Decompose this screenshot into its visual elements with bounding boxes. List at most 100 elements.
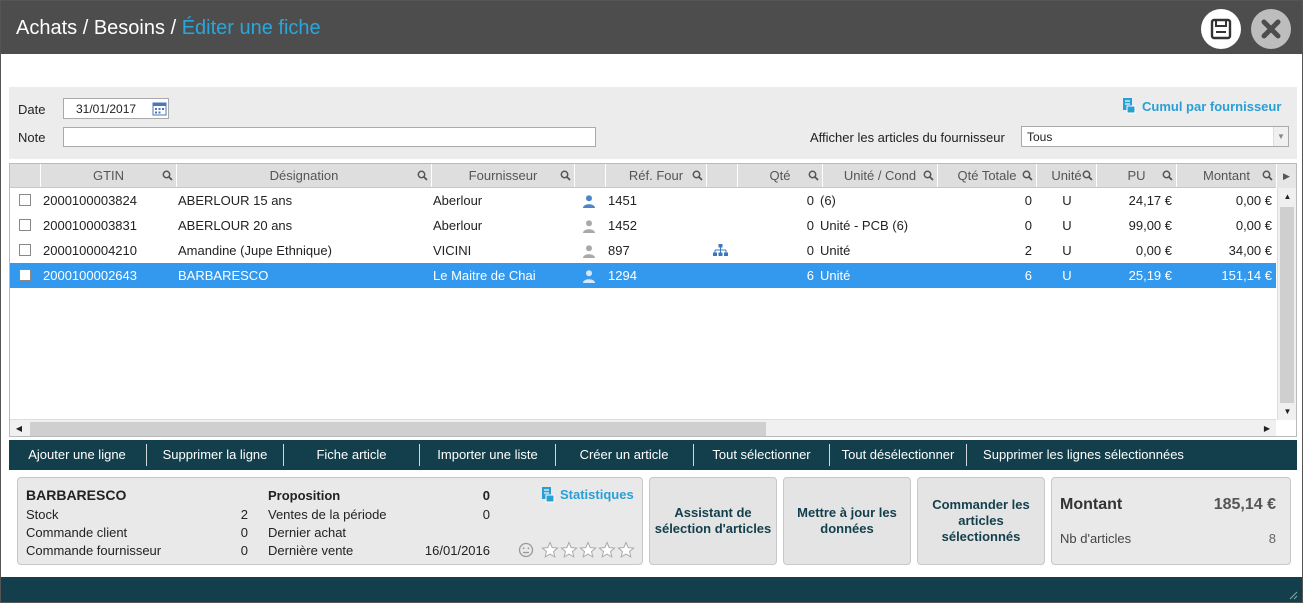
search-icon[interactable] (1262, 170, 1273, 181)
col-ref-four[interactable]: Réf. Four (606, 164, 707, 187)
search-icon[interactable] (692, 170, 703, 181)
supplier-filter-select[interactable]: Tous ▼ (1021, 126, 1289, 147)
items-grid: GTIN Désignation Fournisseur Réf. Four Q… (9, 163, 1297, 437)
cell-designation: ABERLOUR 20 ans (178, 218, 293, 233)
scroll-right-arrow-icon[interactable]: ▶ (1258, 420, 1276, 436)
table-row[interactable]: 2000100004210 Amandine (Jupe Ethnique) VIC… (10, 238, 1276, 263)
user-icon[interactable] (582, 219, 596, 233)
breadcrumb-current: Éditer une fiche (181, 17, 321, 39)
cumul-par-fournisseur-link[interactable]: Cumul par fournisseur (1122, 97, 1281, 114)
col-unite-cond[interactable]: Unité / Cond (823, 164, 938, 187)
col-montant-label: Montant (1203, 168, 1250, 183)
cell-unite: U (1062, 268, 1072, 283)
calendar-icon[interactable] (152, 101, 167, 116)
user-icon[interactable] (582, 269, 596, 283)
star-icon[interactable] (598, 541, 616, 559)
breadcrumb-besoins[interactable]: Besoins (94, 17, 165, 39)
nb-articles-label: Nb d'articles (1060, 531, 1132, 546)
import-list-button[interactable]: Importer une liste (420, 440, 555, 470)
delete-selected-lines-button[interactable]: Supprimer les lignes sélectionnées (967, 440, 1200, 470)
table-row[interactable]: 2000100002643 BARBARESCO Le Maitre de Chai… (10, 263, 1276, 288)
search-icon[interactable] (923, 170, 934, 181)
update-data-button[interactable]: Mettre à jour les données (783, 477, 911, 565)
title-bar: Achats / Besoins / Éditer une fiche (1, 1, 1302, 54)
vertical-scroll-thumb[interactable] (1280, 207, 1294, 403)
save-button[interactable] (1201, 9, 1241, 49)
table-row[interactable]: 2000100003824 ABERLOUR 15 ans Aberlour 1451… (10, 188, 1276, 213)
deselect-all-button[interactable]: Tout désélectionner (830, 440, 966, 470)
row-checkbox[interactable] (19, 244, 31, 256)
search-icon[interactable] (417, 170, 428, 181)
grid-header: GTIN Désignation Fournisseur Réf. Four Q… (10, 164, 1276, 188)
cell-gtin: 2000100002643 (43, 268, 137, 283)
col-pu[interactable]: PU (1097, 164, 1177, 187)
assistant-selection-button[interactable]: Assistant de sélection d'articles (649, 477, 777, 565)
order-selected-button[interactable]: Commander les articles sélectionnés (917, 477, 1045, 565)
close-button[interactable] (1251, 9, 1291, 49)
hierarchy-icon[interactable] (713, 244, 728, 257)
col-designation[interactable]: Désignation (177, 164, 432, 187)
search-icon[interactable] (1162, 170, 1173, 181)
delete-line-button[interactable]: Supprimer la ligne (147, 440, 283, 470)
date-field[interactable]: 31/01/2017 (63, 98, 169, 119)
scroll-left-arrow-icon[interactable]: ◀ (10, 420, 28, 436)
star-icon[interactable] (579, 541, 597, 559)
col-fournisseur[interactable]: Fournisseur (432, 164, 575, 187)
horizontal-scroll-thumb[interactable] (30, 422, 766, 436)
cell-qte: 0 (806, 243, 814, 258)
item-sheet-button[interactable]: Fiche article (284, 440, 419, 470)
cell-montant: 0,00 € (1235, 193, 1272, 208)
row-checkbox[interactable] (19, 194, 31, 206)
cell-fournisseur: VICINI (433, 243, 472, 258)
user-icon[interactable] (582, 244, 596, 258)
app-window: Achats / Besoins / Éditer une fiche Date… (0, 0, 1303, 603)
search-icon[interactable] (1022, 170, 1033, 181)
search-icon[interactable] (1082, 170, 1093, 181)
col-select-header (10, 164, 41, 187)
cell-unite-cond: (6) (820, 193, 836, 208)
scroll-up-arrow-icon[interactable]: ▲ (1278, 188, 1296, 205)
row-checkbox[interactable] (19, 219, 31, 231)
resize-grip-icon[interactable] (1288, 590, 1298, 600)
search-icon[interactable] (560, 170, 571, 181)
col-qte[interactable]: Qté (738, 164, 823, 187)
col-qte-totale[interactable]: Qté Totale (938, 164, 1037, 187)
star-icon[interactable] (617, 541, 635, 559)
create-item-button[interactable]: Créer un article (556, 440, 692, 470)
statistiques-link[interactable]: Statistiques (541, 486, 634, 503)
col-gtin[interactable]: GTIN (41, 164, 177, 187)
star-icon[interactable] (541, 541, 559, 559)
order-line-2: articles (958, 513, 1004, 528)
cell-designation: Amandine (Jupe Ethnique) (178, 243, 332, 258)
cell-pu: 24,17 € (1128, 193, 1172, 208)
col-unite[interactable]: Unité (1037, 164, 1097, 187)
cell-qte-totale: 0 (1024, 218, 1032, 233)
add-line-button[interactable]: Ajouter une ligne (9, 440, 145, 470)
user-icon[interactable] (582, 194, 596, 208)
select-all-button[interactable]: Tout sélectionner (694, 440, 829, 470)
star-icon[interactable] (560, 541, 578, 559)
column-scroll-right-button[interactable]: ▶ (1277, 164, 1296, 188)
col-ref-four-label: Réf. Four (628, 168, 684, 183)
nb-articles-value: 8 (1268, 531, 1276, 546)
rating-stars[interactable] (541, 541, 636, 562)
chevron-down-icon[interactable]: ▼ (1273, 127, 1288, 146)
scroll-down-arrow-icon[interactable]: ▼ (1278, 403, 1296, 420)
horizontal-scrollbar[interactable]: ◀ ▶ (10, 419, 1276, 436)
cell-gtin: 2000100004210 (43, 243, 137, 258)
table-row[interactable]: 2000100003831 ABERLOUR 20 ans Aberlour 1452… (10, 213, 1276, 238)
supplier-filter-value: Tous (1027, 130, 1053, 144)
date-label: Date (18, 102, 46, 117)
col-montant[interactable]: Montant (1177, 164, 1276, 187)
search-icon[interactable] (808, 170, 819, 181)
close-icon (1261, 19, 1281, 39)
row-checkbox[interactable] (19, 269, 31, 281)
vertical-scrollbar[interactable]: ▲ ▼ (1277, 188, 1296, 420)
assistant-line-2: sélection d'articles (654, 521, 772, 536)
neutral-face-icon[interactable] (518, 542, 534, 558)
breadcrumb-achats[interactable]: Achats (16, 17, 77, 39)
cmd-four-value: 0 (240, 543, 248, 558)
search-icon[interactable] (162, 170, 173, 181)
assistant-line-1: Assistant de (674, 505, 752, 520)
note-field[interactable] (63, 127, 596, 147)
